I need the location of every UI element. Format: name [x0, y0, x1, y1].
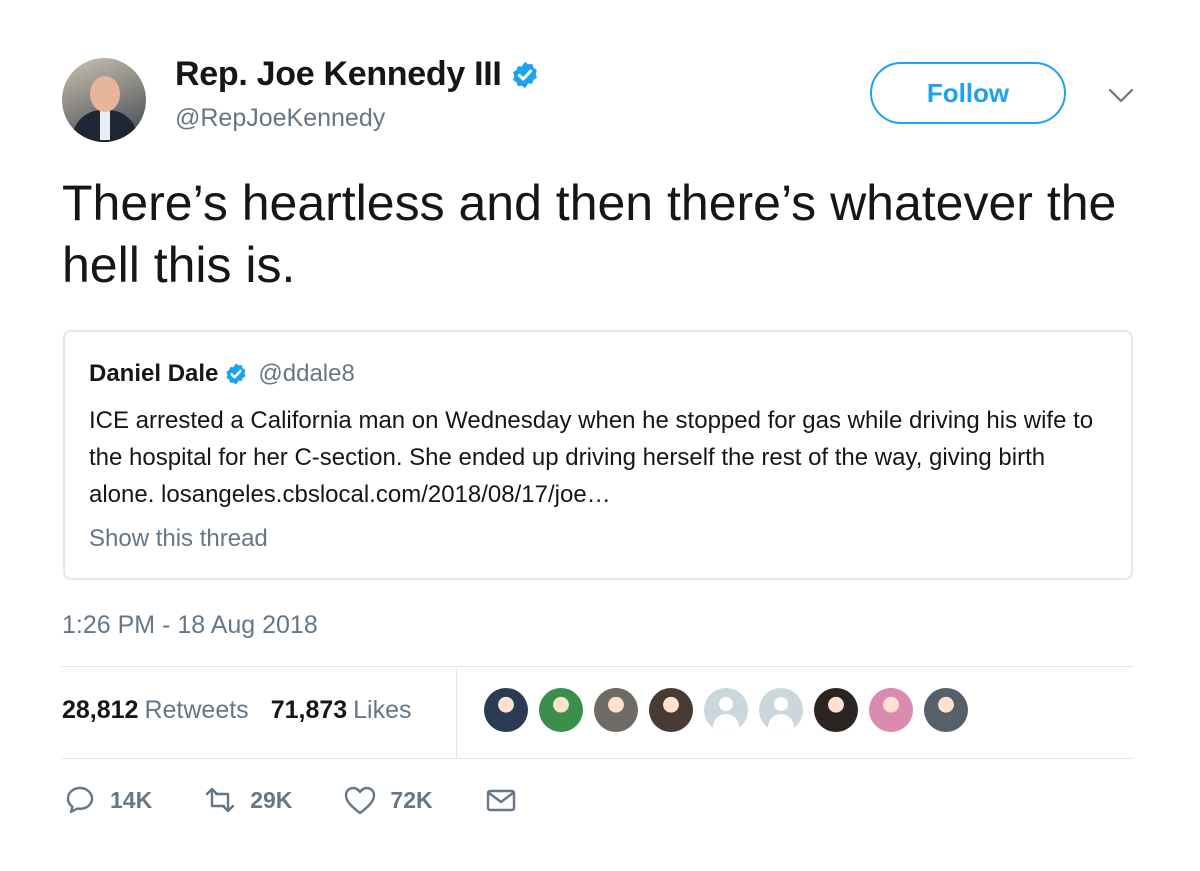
- tweet-timestamp[interactable]: 1:26 PM - 18 Aug 2018: [62, 611, 318, 640]
- reply-icon: [66, 786, 94, 814]
- quoted-handle: @ddale8: [258, 360, 355, 387]
- liker-avatar-5[interactable]: [704, 688, 748, 732]
- reply-count: 14K: [110, 786, 153, 813]
- retweet-button[interactable]: 29K: [202, 782, 292, 818]
- envelope-icon: [486, 789, 515, 812]
- liker-avatar-9[interactable]: [924, 688, 968, 732]
- quoted-display-name: Daniel Dale: [89, 360, 219, 387]
- avatar-face: [90, 76, 120, 112]
- chevron-down-icon[interactable]: [1106, 84, 1136, 108]
- heart-icon: [345, 786, 376, 815]
- stats-top-divider: [62, 666, 1134, 667]
- tweet-text: There’s heartless and then there’s whate…: [62, 175, 1117, 293]
- reply-button[interactable]: 14K: [62, 782, 152, 818]
- author-handle[interactable]: @RepJoeKennedy: [175, 104, 385, 133]
- follow-button[interactable]: Follow: [870, 62, 1066, 124]
- stats-vertical-divider: [456, 668, 457, 758]
- quoted-tweet[interactable]: Daniel Dale @ddale8 ICE arrested a Calif…: [63, 330, 1133, 580]
- retweets-stat-label: Retweets: [144, 696, 249, 724]
- retweets-stat[interactable]: 28,812 Retweets: [62, 696, 249, 725]
- quoted-tweet-text: ICE arrested a California man on Wednesd…: [89, 407, 1094, 508]
- retweets-stat-count: 28,812: [62, 696, 139, 724]
- liker-avatar-1[interactable]: [484, 688, 528, 732]
- verified-badge-icon: [512, 61, 537, 88]
- likes-stat-label: Likes: [353, 696, 412, 724]
- retweet-icon: [206, 787, 235, 813]
- verified-badge-icon: [226, 363, 246, 385]
- liker-avatar-3[interactable]: [594, 688, 638, 732]
- author-display-name[interactable]: Rep. Joe Kennedy III: [175, 55, 502, 94]
- likes-stat-count: 71,873: [270, 696, 348, 724]
- liker-avatar-7[interactable]: [814, 688, 858, 732]
- stats-bottom-divider: [62, 758, 1134, 759]
- likers-avatar-row: [484, 688, 979, 732]
- direct-message-button[interactable]: [483, 782, 519, 818]
- show-thread-link[interactable]: Show this thread: [89, 525, 268, 553]
- quoted-tweet-header: Daniel Dale @ddale8: [89, 360, 355, 388]
- like-count: 72K: [390, 786, 433, 813]
- engagement-stats: 28,812 Retweets 71,873 Likes: [62, 696, 412, 725]
- retweet-count: 29K: [250, 786, 293, 813]
- author-name-row: Rep. Joe Kennedy III: [175, 55, 540, 94]
- liker-avatar-4[interactable]: [649, 688, 693, 732]
- liker-avatar-2[interactable]: [539, 688, 583, 732]
- like-button[interactable]: 72K: [342, 782, 433, 818]
- liker-avatar-8[interactable]: [869, 688, 913, 732]
- avatar-shirt: [100, 110, 110, 140]
- liker-avatar-6[interactable]: [759, 688, 803, 732]
- author-avatar[interactable]: [62, 58, 146, 142]
- tweet-actions: 14K 29K 72K: [62, 782, 569, 818]
- likes-stat[interactable]: 71,873 Likes: [271, 696, 412, 725]
